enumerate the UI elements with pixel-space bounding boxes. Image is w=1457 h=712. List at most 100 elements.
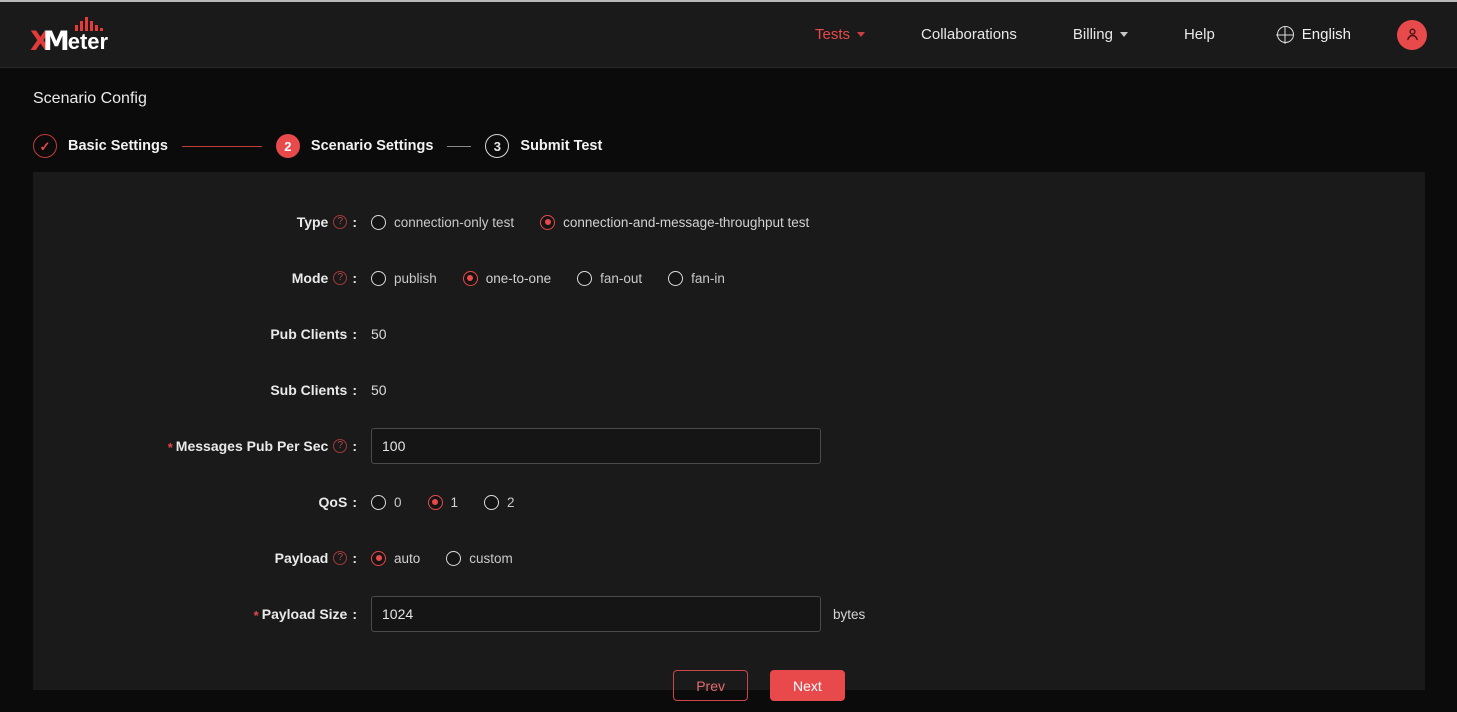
nav-item-collaborations[interactable]: Collaborations [893, 2, 1045, 67]
radio-icon-selected[interactable] [463, 271, 478, 286]
messages-pub-per-sec-field [363, 428, 821, 464]
qos-option-1[interactable]: 1 [428, 495, 459, 510]
nav-item-help[interactable]: Help [1156, 2, 1243, 67]
step-1-label: Basic Settings [68, 138, 168, 154]
radio-icon[interactable] [371, 215, 386, 230]
qos-radio-group: 0 1 2 [371, 495, 541, 510]
scenario-config-form: Type ? : connection-only test connection… [33, 172, 1425, 701]
mode-option-fan-in-label: fan-in [691, 271, 725, 286]
qos-colon: : [352, 494, 357, 510]
mode-option-publish[interactable]: publish [371, 271, 437, 286]
pub-clients-label: Pub Clients [270, 326, 347, 342]
type-option-connection-and-message-throughput[interactable]: connection-and-message-throughput test [540, 215, 809, 230]
logo-bars-icon [75, 15, 103, 31]
mode-option-fan-out-label: fan-out [600, 271, 642, 286]
qos-option-0-label: 0 [394, 495, 402, 510]
payload-size-label: Payload Size [262, 606, 348, 622]
radio-icon[interactable] [668, 271, 683, 286]
type-field: connection-only test connection-and-mess… [363, 215, 835, 230]
form-row-type: Type ? : connection-only test connection… [33, 194, 1425, 250]
payload-colon: : [352, 550, 357, 566]
payload-size-label-group: * Payload Size : [33, 606, 363, 622]
messages-pub-per-sec-colon: : [352, 438, 357, 454]
nav-item-help-label: Help [1184, 26, 1215, 43]
next-button[interactable]: Next [770, 670, 845, 701]
form-row-payload-size: * Payload Size : bytes [33, 586, 1425, 642]
nav-right-group: English [1253, 2, 1457, 67]
form-row-payload: Payload ? : auto custom [33, 530, 1425, 586]
xmeter-logo[interactable]: X M eter [30, 15, 130, 55]
nav-links: Tests Collaborations Billing Help Englis… [787, 2, 1457, 67]
mode-option-one-to-one[interactable]: one-to-one [463, 271, 551, 286]
radio-icon[interactable] [484, 495, 499, 510]
radio-icon[interactable] [371, 495, 386, 510]
step-submit-test[interactable]: 3 Submit Test [485, 134, 602, 158]
top-navigation-bar: X M eter Tests Collaborations Billing He… [0, 2, 1457, 68]
radio-icon-selected[interactable] [371, 551, 386, 566]
nav-item-billing[interactable]: Billing [1045, 2, 1156, 67]
step-basic-settings[interactable]: ✓ Basic Settings [33, 134, 168, 158]
form-row-messages-pub-per-sec: * Messages Pub Per Sec ? : [33, 418, 1425, 474]
mode-label: Mode [292, 270, 329, 286]
step-1-marker: ✓ [33, 134, 57, 158]
payload-option-auto[interactable]: auto [371, 551, 420, 566]
radio-icon[interactable] [446, 551, 461, 566]
mode-option-one-to-one-label: one-to-one [486, 271, 551, 286]
logo-letter-m: M [43, 28, 69, 55]
check-icon: ✓ [40, 140, 51, 153]
language-selector[interactable]: English [1253, 26, 1375, 43]
radio-icon[interactable] [371, 271, 386, 286]
payload-size-field: bytes [363, 596, 865, 632]
form-row-qos: QoS : 0 1 [33, 474, 1425, 530]
payload-option-auto-label: auto [394, 551, 420, 566]
help-icon[interactable]: ? [333, 551, 347, 565]
pub-clients-colon: : [352, 326, 357, 342]
form-row-pub-clients: Pub Clients : 50 [33, 306, 1425, 362]
globe-icon [1277, 26, 1294, 43]
mode-option-publish-label: publish [394, 271, 437, 286]
payload-size-colon: : [352, 606, 357, 622]
step-scenario-settings[interactable]: 2 Scenario Settings [276, 134, 433, 158]
payload-option-custom-label: custom [469, 551, 513, 566]
help-icon[interactable]: ? [333, 215, 347, 229]
logo-letters-eter: eter [68, 29, 108, 55]
sub-clients-label-group: Sub Clients : [33, 382, 363, 398]
messages-pub-per-sec-input[interactable] [371, 428, 821, 464]
messages-pub-per-sec-label: Messages Pub Per Sec [176, 438, 329, 454]
help-icon[interactable]: ? [333, 271, 347, 285]
type-colon: : [352, 214, 357, 230]
form-row-sub-clients: Sub Clients : 50 [33, 362, 1425, 418]
sub-clients-field: 50 [363, 382, 387, 398]
sub-clients-label: Sub Clients [270, 382, 347, 398]
messages-pub-per-sec-label-group: * Messages Pub Per Sec ? : [33, 438, 363, 454]
page-title: Scenario Config [0, 68, 1457, 108]
qos-option-2[interactable]: 2 [484, 495, 515, 510]
radio-icon-selected[interactable] [540, 215, 555, 230]
payload-label-group: Payload ? : [33, 550, 363, 566]
app-window: X M eter Tests Collaborations Billing He… [0, 0, 1457, 712]
step-connector-2 [447, 146, 471, 147]
prev-button[interactable]: Prev [673, 670, 748, 701]
pub-clients-label-group: Pub Clients : [33, 326, 363, 342]
sub-clients-value: 50 [371, 382, 387, 398]
radio-icon-selected[interactable] [428, 495, 443, 510]
user-avatar[interactable] [1397, 20, 1427, 50]
type-radio-group: connection-only test connection-and-mess… [371, 215, 835, 230]
type-option-connection-only[interactable]: connection-only test [371, 215, 514, 230]
chevron-down-icon [857, 32, 865, 37]
payload-option-custom[interactable]: custom [446, 551, 513, 566]
required-asterisk: * [168, 441, 173, 454]
payload-size-input[interactable] [371, 596, 821, 632]
payload-size-unit: bytes [833, 607, 865, 622]
nav-item-tests[interactable]: Tests [787, 2, 893, 67]
mode-option-fan-in[interactable]: fan-in [668, 271, 725, 286]
step-connector-1 [182, 146, 262, 147]
scenario-config-panel: Type ? : connection-only test connection… [33, 172, 1425, 690]
step-3-label: Submit Test [520, 138, 602, 154]
language-label: English [1302, 26, 1351, 43]
radio-icon[interactable] [577, 271, 592, 286]
qos-option-0[interactable]: 0 [371, 495, 402, 510]
help-icon[interactable]: ? [333, 439, 347, 453]
mode-option-fan-out[interactable]: fan-out [577, 271, 642, 286]
user-avatar-icon [1404, 26, 1421, 43]
